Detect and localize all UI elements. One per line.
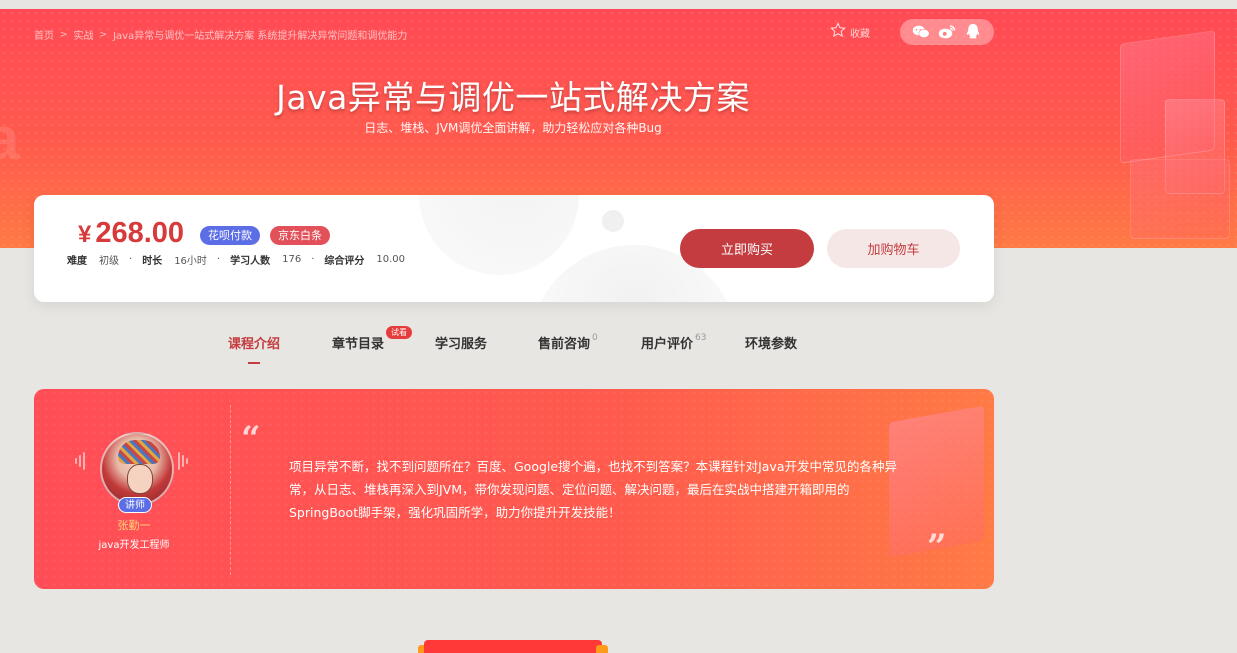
card-decoration	[419, 195, 579, 275]
price-value: 268.00	[95, 217, 185, 249]
course-title: Java异常与调优一站式解决方案	[276, 78, 750, 117]
banner-decoration	[1130, 159, 1230, 239]
huabei-payment-tag: 花呗付款	[200, 226, 260, 245]
tab-chapters[interactable]: 章节目录	[332, 333, 384, 352]
course-intro-text: 项目异常不断，找不到问题所在？百度、Google搜个遍，也找不到答案？本课程针对…	[289, 459, 897, 520]
currency-symbol: ¥	[78, 221, 92, 248]
breadcrumb-category[interactable]: 实战	[74, 27, 94, 42]
teacher-avatar[interactable]	[100, 432, 174, 506]
tab-environment[interactable]: 环境参数	[745, 333, 797, 352]
jd-baitiao-tag: 京东白条	[270, 226, 330, 245]
teacher-avatar-wrap	[100, 432, 174, 506]
difficulty-value: 初级	[99, 256, 119, 267]
qq-icon[interactable]	[964, 23, 982, 41]
course-intro-card: 讲师 张勤一 java开发工程师 “ 项目异常不断，找不到问题所在？百度、Goo…	[34, 389, 994, 589]
close-quote-icon: ”	[927, 527, 947, 567]
sound-wave-icon	[75, 452, 85, 470]
breadcrumb: 首页 > 实战 > Java异常与调优一站式解决方案 系统提升解决异常问题和调优…	[34, 27, 408, 43]
price-card: ¥ 268.00 花呗付款 京东白条 难度 初级 · 时长 16小时 · 学习人…	[34, 195, 994, 302]
students-label: 学习人数	[230, 256, 271, 267]
teacher-name[interactable]: 张勤一	[34, 517, 234, 533]
tab-user-reviews[interactable]: 用户评价 63	[641, 333, 706, 352]
share-bar	[900, 19, 994, 45]
teacher-badge: 讲师	[118, 497, 152, 513]
rating-label: 综合评分	[324, 256, 365, 267]
breadcrumb-home[interactable]: 首页	[34, 27, 54, 42]
review-count: 63	[695, 333, 707, 343]
breadcrumb-current: Java异常与调优一站式解决方案 系统提升解决异常问题和调优能力	[113, 31, 408, 42]
weibo-icon[interactable]	[938, 23, 956, 41]
breadcrumb-separator: >	[60, 29, 68, 40]
difficulty-label: 难度	[67, 256, 87, 267]
duration-value: 16小时	[174, 256, 207, 267]
favorite-button[interactable]: 收藏	[830, 22, 870, 42]
course-subtitle: 日志、堆栈、JVM调优全面讲解，助力轻松应对各种Bug	[364, 121, 662, 135]
breadcrumb-separator: >	[99, 29, 108, 40]
teacher-role: java开发工程师	[98, 540, 170, 551]
open-quote-icon: “	[241, 419, 261, 459]
course-page: a 首页 > 实战 > Java异常与调优一站式解决方案 系统提升解决异常问题和…	[0, 0, 1237, 653]
tab-learning-services[interactable]: 学习服务	[435, 333, 487, 352]
star-icon	[830, 22, 846, 42]
course-price: ¥ 268.00	[78, 217, 184, 250]
trial-badge: 试看	[386, 326, 412, 339]
card-decoration	[602, 210, 624, 232]
buy-now-button[interactable]: 立即购买	[680, 229, 814, 268]
wechat-icon[interactable]	[912, 23, 930, 41]
duration-label: 时长	[142, 256, 163, 267]
consult-count: 0	[592, 333, 598, 343]
favorite-label: 收藏	[850, 28, 870, 40]
course-meta: 难度 初级 · 时长 16小时 · 学习人数 176 · 综合评分 10.00	[67, 254, 406, 267]
tab-course-intro[interactable]: 课程介绍	[228, 333, 280, 352]
students-value: 176	[282, 254, 302, 265]
divider	[230, 405, 231, 575]
section-ribbon	[418, 640, 608, 653]
add-to-cart-button[interactable]: 加购物车	[827, 229, 960, 268]
tab-presale-consult[interactable]: 售前咨询 0	[538, 333, 598, 352]
sound-wave-icon	[178, 452, 188, 470]
rating-value: 10.00	[376, 254, 406, 265]
